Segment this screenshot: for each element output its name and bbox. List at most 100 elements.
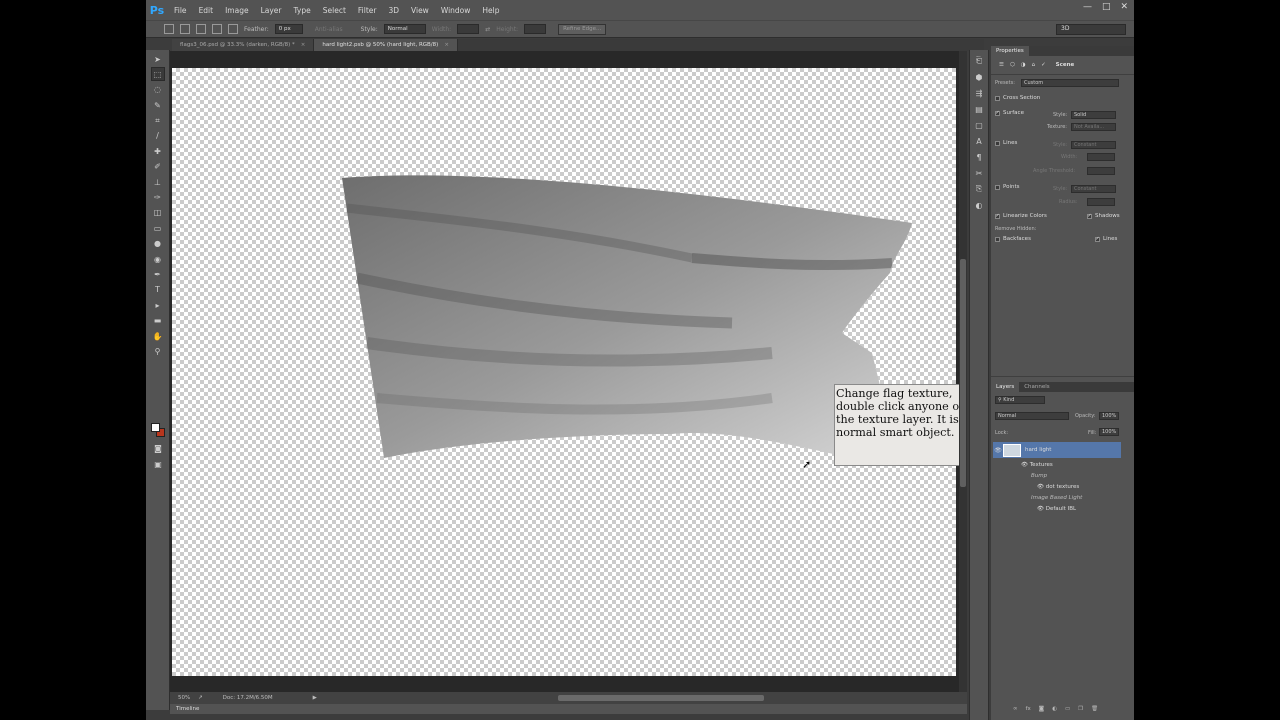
vertical-scrollbar[interactable]: [959, 51, 967, 692]
3d-icon[interactable]: ⬢: [974, 72, 984, 82]
surface-checkbox[interactable]: ✓: [995, 110, 1000, 116]
shadows-checkbox[interactable]: ✓: [1087, 213, 1092, 219]
styles-icon[interactable]: ⎘: [974, 184, 984, 194]
menu-filter[interactable]: Filter: [352, 6, 383, 15]
presets-select[interactable]: Custom: [1021, 79, 1119, 87]
swatch-icon[interactable]: ◐: [974, 200, 984, 210]
add-selection-icon[interactable]: [196, 24, 206, 34]
new-selection-icon[interactable]: [180, 24, 190, 34]
path-select-tool-icon[interactable]: ▸: [152, 299, 164, 311]
tools-icon[interactable]: ✂: [974, 168, 984, 178]
timeline-tab[interactable]: Timeline: [170, 704, 967, 714]
doc-size[interactable]: Doc: 17.2M/6.50M: [223, 695, 273, 701]
layer-default-ibl[interactable]: 👁 Default IBL: [993, 503, 1121, 514]
radius-input[interactable]: [1087, 198, 1115, 206]
cross-section-checkbox[interactable]: [995, 95, 1000, 101]
hand-tool-icon[interactable]: ✋: [152, 330, 164, 342]
quick-select-tool-icon[interactable]: ✎: [152, 99, 164, 111]
group-icon[interactable]: ▭: [1065, 706, 1070, 712]
history-brush-tool-icon[interactable]: ✑: [152, 192, 164, 204]
blend-mode-select[interactable]: Normal: [995, 412, 1069, 420]
zoom-tool-icon[interactable]: ⚲: [152, 345, 164, 357]
trash-icon[interactable]: 🗑: [1091, 706, 1098, 712]
shape-tool-icon[interactable]: ▬: [152, 315, 164, 327]
scene-filter-icon[interactable]: ☰: [999, 62, 1004, 68]
tab-channels[interactable]: Channels: [1019, 382, 1054, 392]
dodge-tool-icon[interactable]: ◉: [152, 253, 164, 265]
move-tool-icon[interactable]: ➤: [152, 53, 164, 65]
link-icon[interactable]: ∞: [1013, 706, 1018, 712]
surface-style-select[interactable]: Solid: [1071, 111, 1116, 119]
horizontal-scrollbar[interactable]: [370, 695, 930, 701]
layer-filter-select[interactable]: ⚲ Kind: [995, 396, 1045, 404]
points-style-select[interactable]: Constant: [1071, 185, 1116, 193]
layer-dot-textures[interactable]: 👁 dot textures: [993, 481, 1121, 492]
menu-view[interactable]: View: [405, 6, 435, 15]
mesh-icon[interactable]: ⬡: [1010, 62, 1015, 68]
antialias-checkbox[interactable]: Anti-alias: [315, 26, 343, 33]
layer-image-based-light[interactable]: Image Based Light: [993, 492, 1121, 503]
layer-textures[interactable]: 👁 Textures: [993, 459, 1121, 470]
screen-mode-icon[interactable]: ▣: [152, 458, 164, 470]
layer-bump[interactable]: Bump: [993, 470, 1121, 481]
menu-help[interactable]: Help: [476, 6, 505, 15]
texture-select[interactable]: Not Availa...: [1071, 123, 1116, 131]
material-icon[interactable]: ◑: [1021, 62, 1026, 68]
hidden-lines-checkbox[interactable]: ✓: [1095, 236, 1100, 242]
menu-edit[interactable]: Edit: [193, 6, 220, 15]
scroll-thumb[interactable]: [960, 259, 966, 487]
visibility-eye-icon[interactable]: 👁: [1021, 462, 1030, 468]
menu-window[interactable]: Window: [435, 6, 477, 15]
lines-width-input[interactable]: [1087, 153, 1115, 161]
maximize-button[interactable]: □: [1102, 2, 1111, 12]
style-select[interactable]: Normal: [383, 24, 426, 34]
points-checkbox[interactable]: [995, 184, 1000, 190]
export-icon[interactable]: ↗: [198, 695, 203, 701]
close-button[interactable]: ✕: [1120, 2, 1128, 12]
play-icon[interactable]: ▶: [313, 695, 317, 701]
minimize-button[interactable]: —: [1083, 2, 1092, 12]
image-icon[interactable]: ▢: [974, 120, 984, 130]
fill-input[interactable]: 100%: [1099, 428, 1119, 436]
subtract-selection-icon[interactable]: [212, 24, 222, 34]
linearize-checkbox[interactable]: ✓: [995, 213, 1000, 219]
foreground-color-swatch[interactable]: [151, 423, 160, 432]
new-layer-icon[interactable]: ❐: [1078, 706, 1083, 712]
visibility-eye-icon[interactable]: 👁: [1037, 484, 1046, 490]
fx-icon[interactable]: fx: [1026, 706, 1031, 712]
tab-close-icon[interactable]: ×: [444, 42, 449, 48]
tab-hard-light2[interactable]: hard light2.psb @ 50% (hard light, RGB/8…: [314, 39, 458, 51]
healing-tool-icon[interactable]: ✚: [152, 145, 164, 157]
height-input[interactable]: [524, 24, 547, 34]
document-canvas[interactable]: Change flag texture, double click anyone…: [172, 68, 959, 676]
lines-style-select[interactable]: Constant: [1071, 141, 1116, 149]
pen-tool-icon[interactable]: ✒: [152, 268, 164, 280]
visibility-eye-icon[interactable]: 👁: [1037, 506, 1046, 512]
character-icon[interactable]: A: [974, 136, 984, 146]
adjust-icon[interactable]: ⇶: [974, 88, 984, 98]
type-tool-icon[interactable]: T: [152, 284, 164, 296]
tab-properties[interactable]: Properties: [991, 46, 1029, 56]
stamp-tool-icon[interactable]: ⊥: [152, 176, 164, 188]
camera-icon[interactable]: ✓: [1041, 62, 1046, 68]
blur-tool-icon[interactable]: ●: [152, 238, 164, 250]
marquee-preset-icon[interactable]: [164, 24, 174, 34]
channels-icon[interactable]: ▤: [974, 104, 984, 114]
menu-type[interactable]: Type: [288, 6, 317, 15]
feather-input[interactable]: 0 px: [274, 24, 303, 34]
paragraph-icon[interactable]: ¶: [974, 152, 984, 162]
canvas-area[interactable]: Change flag texture, double click anyone…: [170, 51, 959, 692]
light-icon[interactable]: ⌂: [1032, 62, 1036, 68]
layer-hard-light[interactable]: 👁 hard light: [993, 442, 1121, 458]
angle-threshold-input[interactable]: [1087, 167, 1115, 175]
lines-checkbox[interactable]: [995, 140, 1000, 146]
eraser-tool-icon[interactable]: ◫: [152, 207, 164, 219]
menu-select[interactable]: Select: [317, 6, 352, 15]
menu-file[interactable]: File: [168, 6, 193, 15]
tab-flags3[interactable]: flags3_06.psd @ 33.3% (darken, RGB/8) * ×: [172, 39, 315, 51]
lasso-tool-icon[interactable]: ◌: [152, 84, 164, 96]
swap-icon[interactable]: ⇄: [485, 26, 490, 33]
quick-mask-icon[interactable]: ◙: [152, 442, 164, 454]
flag-3d-object[interactable]: [172, 68, 956, 676]
tab-close-icon[interactable]: ×: [301, 42, 306, 48]
